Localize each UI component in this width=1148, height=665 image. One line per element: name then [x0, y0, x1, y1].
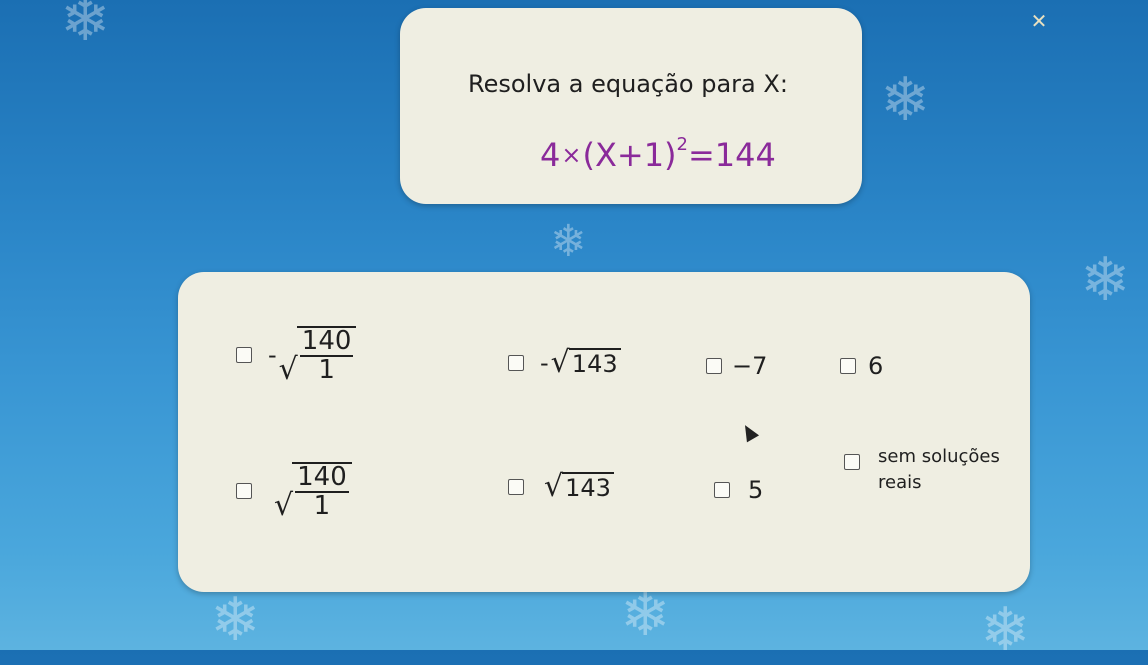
checkbox[interactable]	[844, 454, 860, 471]
close-icon[interactable]: ✕	[1028, 10, 1050, 32]
fraction: 140 1	[295, 462, 349, 522]
checkbox[interactable]	[714, 482, 730, 498]
checkbox[interactable]	[840, 358, 856, 374]
checkbox[interactable]	[236, 347, 252, 364]
fraction-numerator: 140	[299, 326, 354, 358]
equation-times: ×	[561, 141, 582, 169]
question-prompt: Resolva a equação para X:	[468, 70, 788, 98]
option-label-line2: reais	[878, 472, 922, 494]
equation-coefficient: 4	[540, 136, 561, 174]
option-label: √ 143	[544, 472, 614, 502]
snowflake-icon: ❄	[620, 580, 671, 650]
fraction-denominator: 1	[318, 355, 335, 386]
option-6[interactable]: 6	[840, 352, 883, 380]
sqrt-icon: √	[278, 351, 298, 387]
snowflake-icon: ❄	[210, 585, 261, 655]
option-label-line1: sem soluções	[878, 446, 1000, 467]
radicand: 143	[568, 348, 621, 378]
option-no-real-solutions[interactable]: sem soluções reais	[844, 444, 1000, 496]
sqrt-icon: √	[544, 469, 564, 504]
checkbox[interactable]	[508, 479, 524, 495]
checkbox[interactable]	[236, 483, 252, 500]
snowflake-icon: ❄	[1080, 245, 1131, 315]
snowflake-icon: ❄	[880, 65, 931, 135]
radicand: 140 1	[296, 326, 357, 386]
option-sqrt-143[interactable]: √ 143	[508, 472, 614, 502]
sqrt-icon: √	[550, 345, 570, 380]
radicand: 140 1	[292, 462, 352, 521]
option-sqrt-140-over-1[interactable]: √ 140 1	[236, 462, 352, 521]
snowflake-icon: ❄	[60, 0, 111, 55]
question-card: Resolva a equação para X: 4×(X+1)2=144	[400, 8, 862, 204]
radical: √ 143	[544, 472, 614, 502]
equation-exponent: 2	[676, 134, 688, 155]
snowflake-icon: ❄	[980, 595, 1031, 665]
option-label: sem soluções reais	[878, 444, 1000, 496]
sqrt-icon: √	[274, 487, 294, 523]
minus-sign: -	[540, 349, 549, 377]
option-label: - √ 140 1	[268, 326, 357, 385]
option-neg-sqrt-143[interactable]: - √ 143	[508, 348, 621, 378]
fraction-numerator: 140	[295, 462, 349, 494]
radicand: 143	[562, 472, 614, 502]
checkbox[interactable]	[508, 355, 524, 371]
option-neg-sqrt-140-over-1[interactable]: - √ 140 1	[236, 326, 357, 385]
option-label: - √ 143	[540, 348, 621, 378]
option-label: 5	[748, 476, 764, 504]
option-label: √ 140 1	[274, 462, 352, 521]
option-label: −7	[732, 352, 768, 380]
radical: √ 140 1	[274, 462, 352, 521]
fraction-denominator: 1	[313, 491, 331, 522]
equation: 4×(X+1)2=144	[540, 134, 776, 174]
radical: √ 143	[551, 348, 621, 378]
minus-sign: -	[268, 341, 277, 370]
option-label: 6	[868, 352, 884, 380]
option-neg-7[interactable]: −7	[706, 352, 767, 380]
snowflake-icon: ❄	[550, 216, 587, 267]
equation-rhs: =144	[687, 136, 776, 174]
checkbox[interactable]	[706, 358, 722, 374]
answer-options-panel: - √ 140 1 - √ 143 −7 6 √ 140 1 √ 143 5 s…	[178, 272, 1030, 592]
fraction: 140 1	[299, 326, 354, 386]
equation-base: (X+1)	[582, 136, 677, 174]
radical: √ 140 1	[279, 326, 357, 385]
option-5[interactable]: 5	[714, 476, 763, 504]
